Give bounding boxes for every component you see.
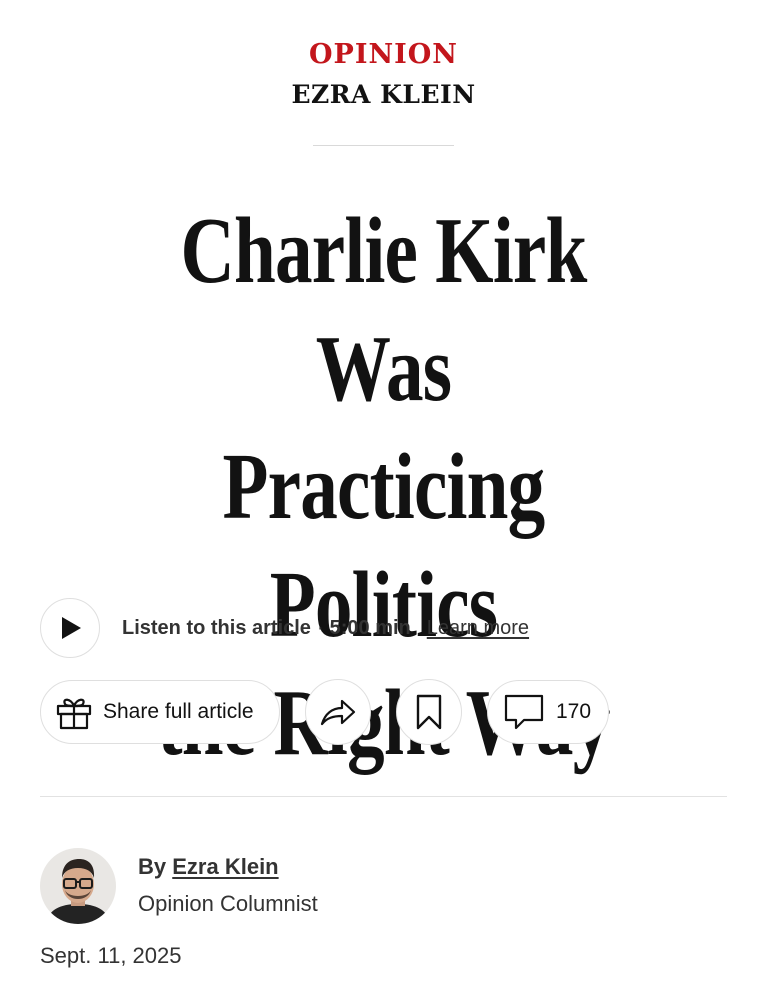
learn-more-link[interactable]: Learn more xyxy=(427,617,529,640)
column-name[interactable]: EZRA KLEIN xyxy=(0,78,767,112)
publication-date: Sept. 11, 2025 xyxy=(40,943,182,968)
listen-duration: 5:00 min xyxy=(329,616,411,639)
gift-icon xyxy=(56,698,92,730)
headline-line-1: Charlie Kirk Was xyxy=(180,199,587,421)
kicker-divider xyxy=(313,145,454,146)
play-icon xyxy=(62,617,81,639)
save-button[interactable] xyxy=(396,679,462,745)
share-full-article-button[interactable]: Share full article xyxy=(40,680,280,744)
play-button[interactable] xyxy=(40,598,100,658)
share-full-article-label: Share full article xyxy=(103,700,254,723)
article-actions: Share full article 170 xyxy=(40,679,609,745)
section-label[interactable]: OPINION xyxy=(0,38,767,72)
comments-count: 170 xyxy=(556,700,592,723)
bookmark-icon xyxy=(416,694,442,730)
author-role: Opinion Columnist xyxy=(138,891,318,916)
byline: By Ezra Klein xyxy=(138,853,279,881)
listen-bar: Listen to this article · 5:00 min Learn … xyxy=(40,597,529,659)
listen-label: Listen to this article xyxy=(122,616,311,639)
byline-divider xyxy=(40,796,727,797)
share-arrow-icon xyxy=(320,699,356,726)
byline-prefix: By xyxy=(138,854,167,879)
share-button[interactable] xyxy=(305,679,371,745)
author-link[interactable]: Ezra Klein xyxy=(172,854,278,879)
listen-separator: · xyxy=(316,616,324,639)
author-avatar[interactable] xyxy=(40,848,116,924)
comment-bubble-icon xyxy=(504,694,544,730)
comments-button[interactable]: 170 xyxy=(487,680,609,744)
